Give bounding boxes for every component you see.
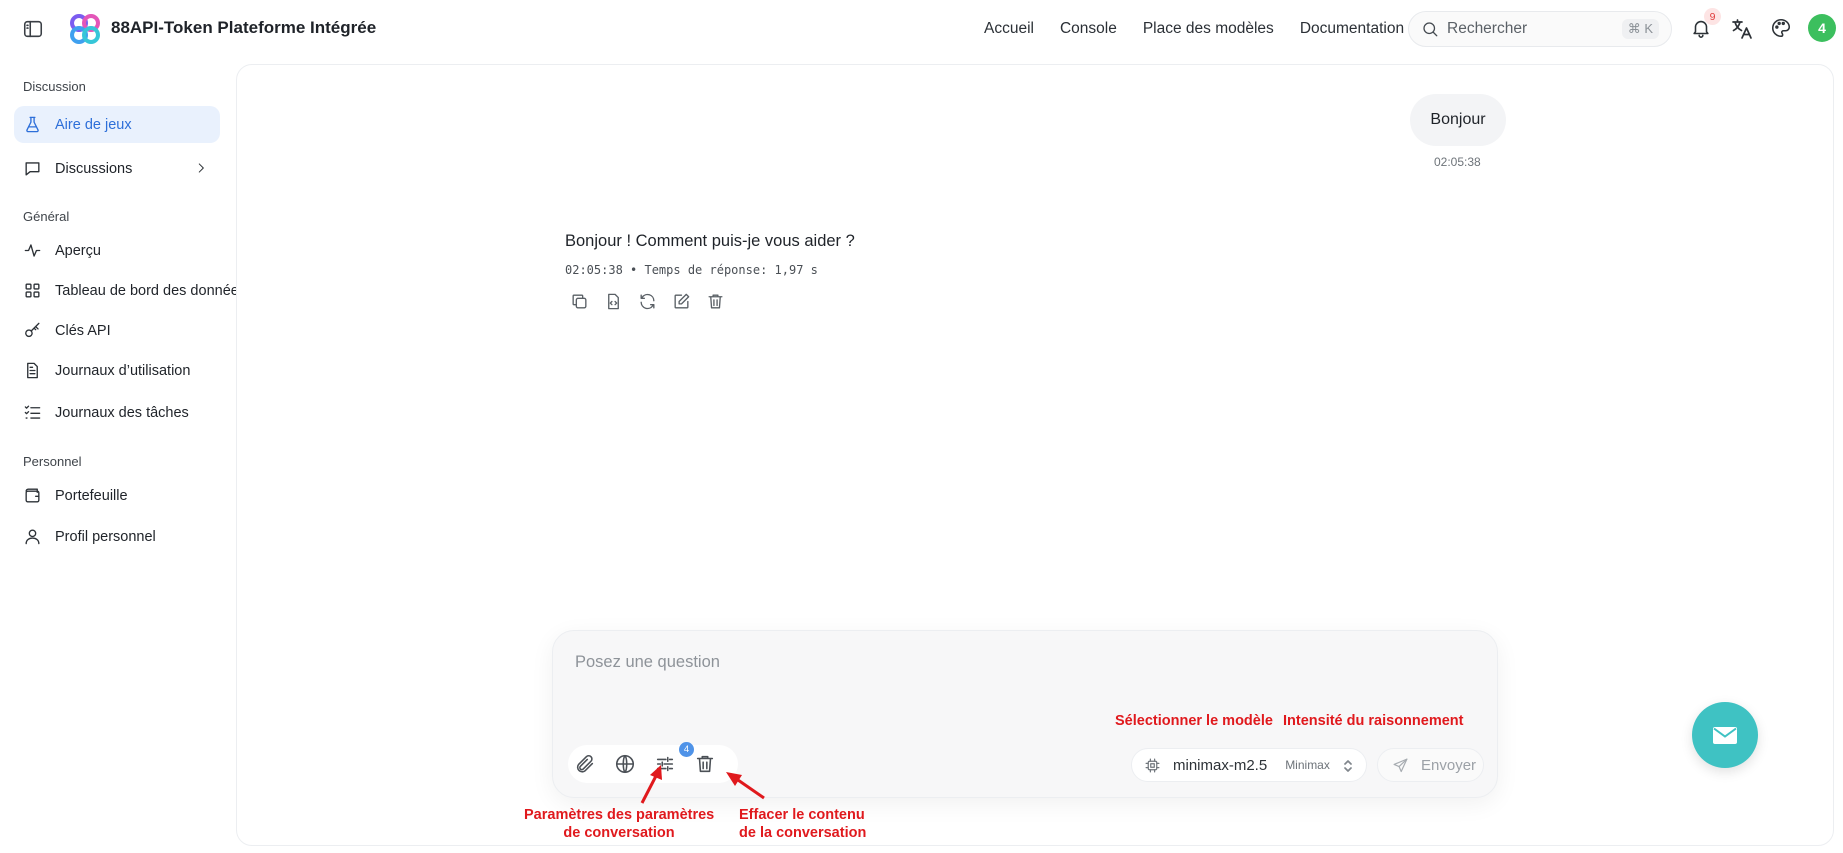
contact-fab[interactable] [1692, 702, 1758, 768]
send-button[interactable]: Envoyer [1377, 748, 1484, 782]
send-icon [1392, 757, 1409, 774]
regenerate-icon[interactable] [638, 292, 657, 311]
user-message-bubble: Bonjour [1410, 94, 1506, 146]
edit-icon[interactable] [672, 292, 691, 311]
sidebar-section-personal: Personnel [23, 454, 82, 469]
sidebar-item-label: Tableau de bord des données [55, 282, 247, 299]
sidebar: Discussion Aire de jeux Discussions Géné… [0, 58, 246, 853]
activity-icon [23, 241, 42, 260]
sidebar-item-label: Journaux des tâches [55, 404, 189, 421]
annotation-select-model: Sélectionner le modèle [1115, 713, 1273, 729]
annotation-conversation-params: Paramètres des paramètres de conversatio… [524, 806, 714, 842]
sidebar-item-playground[interactable]: Aire de jeux [14, 106, 220, 143]
web-search-icon[interactable] [614, 753, 636, 775]
nav-model-marketplace[interactable]: Place des modèles [1143, 20, 1274, 38]
copy-icon[interactable] [570, 292, 589, 311]
chat-icon [23, 159, 42, 178]
annotation-clear-conversation: Effacer le contenu de la conversation [739, 806, 866, 842]
send-label: Envoyer [1421, 756, 1477, 774]
model-provider: Minimax [1285, 758, 1330, 772]
sidebar-item-discussions[interactable]: Discussions [14, 150, 220, 187]
search-placeholder: Rechercher [1447, 20, 1528, 37]
attachment-icon[interactable] [574, 753, 596, 775]
logo-icon[interactable] [68, 12, 102, 46]
annotation-line: Effacer le contenu [739, 807, 865, 823]
avatar[interactable]: 4 [1808, 14, 1836, 42]
settings-count-badge: 4 [679, 742, 694, 757]
nav-accueil[interactable]: Accueil [984, 20, 1034, 38]
mail-icon [1710, 720, 1740, 750]
sidebar-item-wallet[interactable]: Portefeuille [14, 477, 220, 514]
search-icon [1421, 20, 1439, 38]
dashboard-icon [23, 281, 42, 300]
search-input[interactable]: Rechercher ⌘ K [1408, 11, 1672, 47]
model-selector[interactable]: minimax-m2.5 Minimax [1131, 748, 1367, 782]
sidebar-item-task-logs[interactable]: Journaux des tâches [14, 394, 220, 431]
top-bar: 88API-Token Plateforme Intégrée Accueil … [0, 0, 1843, 58]
notification-badge: 9 [1704, 8, 1721, 25]
settings-sliders-icon[interactable] [654, 753, 676, 775]
sidebar-item-api-keys[interactable]: Clés API [14, 312, 220, 349]
annotation-line: Paramètres des paramètres [524, 807, 715, 823]
top-navigation: Accueil Console Place des modèles Docume… [984, 20, 1404, 38]
chevron-up-down-icon [1342, 759, 1354, 773]
log-icon [23, 361, 42, 380]
copy-code-icon[interactable] [604, 292, 623, 311]
sidebar-item-label: Clés API [55, 322, 111, 339]
sidebar-item-label: Aire de jeux [55, 116, 132, 133]
question-input[interactable]: Posez une question [575, 653, 720, 672]
clear-conversation-icon[interactable] [694, 753, 716, 775]
wallet-icon [23, 486, 42, 505]
sidebar-section-general: Général [23, 209, 70, 224]
nav-documentation[interactable]: Documentation [1300, 20, 1404, 38]
sidebar-item-profile[interactable]: Profil personnel [14, 518, 220, 555]
key-icon [23, 321, 42, 340]
chevron-right-icon [194, 161, 208, 175]
user-message-time: 02:05:38 [1434, 155, 1481, 169]
annotation-reasoning-intensity: Intensité du raisonnement [1283, 713, 1464, 729]
app-title[interactable]: 88API-Token Plateforme Intégrée [111, 18, 376, 38]
sidebar-item-label: Portefeuille [55, 487, 128, 504]
trash-icon[interactable] [706, 292, 725, 311]
sidebar-item-overview[interactable]: Aperçu [14, 232, 220, 269]
annotation-line: de la conversation [739, 825, 867, 841]
search-shortcut: ⌘ K [1621, 19, 1659, 39]
palette-icon[interactable] [1770, 17, 1792, 39]
annotation-line: de conversation [563, 825, 675, 841]
nav-console[interactable]: Console [1060, 20, 1117, 38]
model-name: minimax-m2.5 [1173, 756, 1268, 774]
assistant-message-meta: 02:05:38 • Temps de réponse: 1,97 s [565, 263, 818, 277]
sidebar-toggle-icon[interactable] [22, 18, 44, 40]
assistant-message: Bonjour ! Comment puis-je vous aider ? [565, 232, 855, 250]
sidebar-item-usage-logs[interactable]: Journaux d’utilisation [14, 352, 220, 389]
message-actions [570, 292, 725, 311]
flask-icon [23, 115, 42, 134]
sidebar-item-label: Profil personnel [55, 528, 156, 545]
task-list-icon [23, 403, 42, 422]
sidebar-item-data-dashboard[interactable]: Tableau de bord des données [14, 272, 246, 309]
sidebar-item-label: Aperçu [55, 242, 101, 259]
sidebar-item-label: Discussions [55, 160, 133, 177]
composer-tools [568, 745, 738, 783]
user-icon [23, 527, 42, 546]
sidebar-item-label: Journaux d’utilisation [55, 362, 191, 379]
sidebar-section-discussion: Discussion [23, 79, 86, 94]
chip-icon [1144, 757, 1161, 774]
translate-icon[interactable] [1730, 17, 1754, 41]
